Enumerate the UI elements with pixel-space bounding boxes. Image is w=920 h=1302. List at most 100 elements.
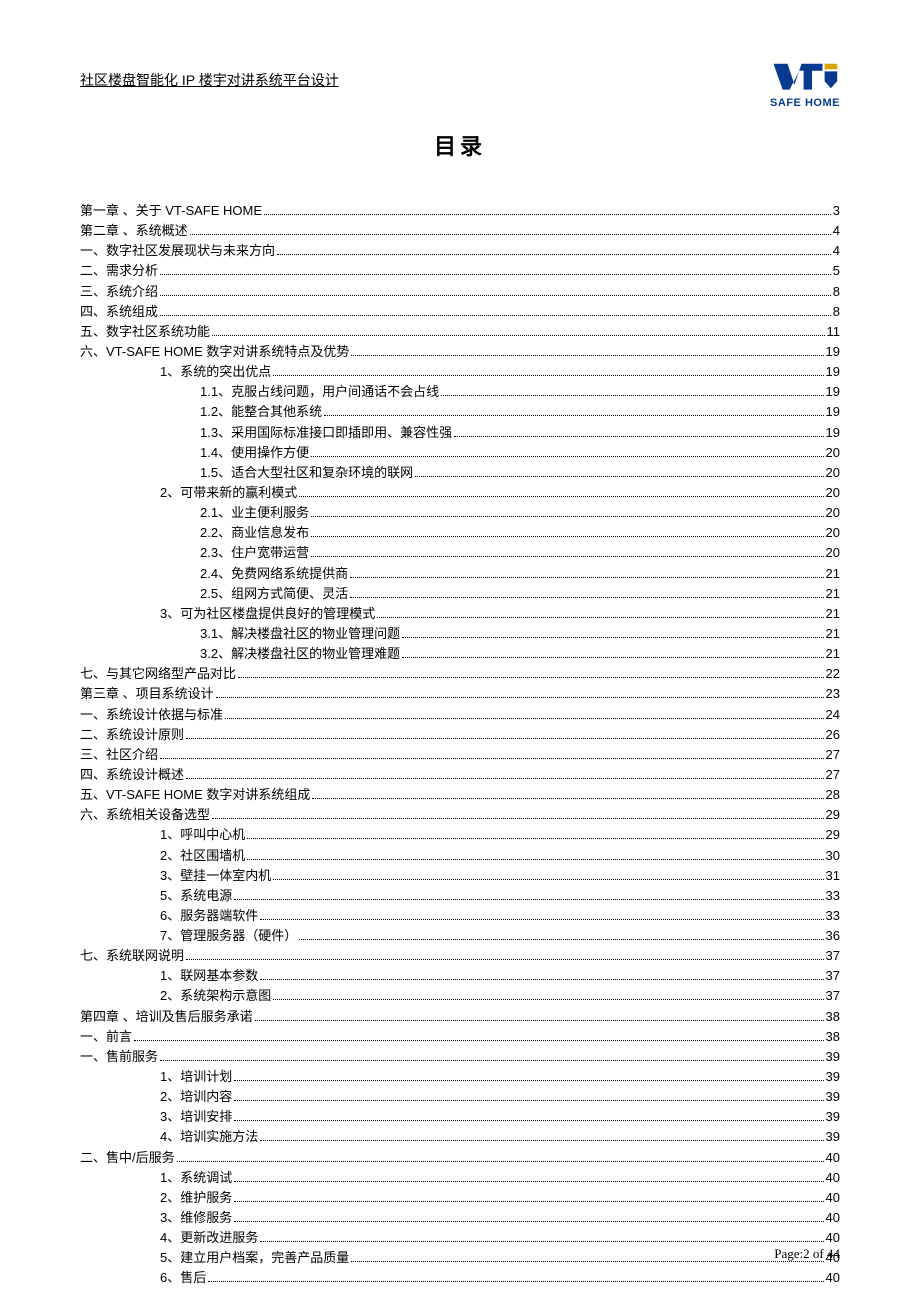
toc-entry-page: 20: [826, 463, 840, 483]
toc-entry-page: 38: [826, 1007, 840, 1027]
toc-entry[interactable]: 二、需求分析 5: [80, 261, 840, 281]
toc-entry[interactable]: 4、更新改进服务40: [80, 1228, 840, 1248]
toc-entry[interactable]: 六、VT-SAFE HOME 数字对讲系统特点及优势19: [80, 342, 840, 362]
toc-entry[interactable]: 3、培训安排 39: [80, 1107, 840, 1127]
toc-entry[interactable]: 1、系统的突出优点19: [80, 362, 840, 382]
toc-entry[interactable]: 3、壁挂一体室内机31: [80, 866, 840, 886]
toc-entry-page: 39: [826, 1087, 840, 1107]
toc-entry-page: 5: [833, 261, 840, 281]
toc-entry-page: 8: [833, 302, 840, 322]
toc-leader-dots: [212, 818, 824, 819]
toc-entry[interactable]: 第一章 、关于 VT-SAFE HOME3: [80, 201, 840, 221]
toc-entry-page: 23: [826, 684, 840, 704]
toc-entry[interactable]: 4、培训实施方法39: [80, 1127, 840, 1147]
toc-leader-dots: [238, 677, 824, 678]
toc-entry-page: 3: [833, 201, 840, 221]
toc-entry-label: 1.1、克服占线问题，用户间通话不会占线: [200, 382, 439, 402]
toc-leader-dots: [190, 234, 831, 235]
toc-entry-label: 一、售前服务: [80, 1047, 158, 1067]
toc-entry[interactable]: 1.2、能整合其他系统19: [80, 402, 840, 422]
toc-entry-page: 39: [826, 1107, 840, 1127]
toc-entry[interactable]: 一、数字社区发展现状与未来方向4: [80, 241, 840, 261]
toc-entry-label: 三、系统介绍: [80, 282, 158, 302]
toc-entry[interactable]: 1.3、采用国际标准接口即插即用、兼容性强19: [80, 423, 840, 443]
toc-entry[interactable]: 2.4、免费网络系统提供商 21: [80, 564, 840, 584]
toc-entry[interactable]: 3.2、解决楼盘社区的物业管理难题21: [80, 644, 840, 664]
toc-entry[interactable]: 四、系统组成 8: [80, 302, 840, 322]
toc-entry[interactable]: 第二章 、系统概述4: [80, 221, 840, 241]
toc-entry[interactable]: 2、可带来新的赢利模式20: [80, 483, 840, 503]
toc-entry-page: 21: [826, 584, 840, 604]
toc-entry-label: 二、需求分析: [80, 261, 158, 281]
toc-entry[interactable]: 一、系统设计依据与标准24: [80, 705, 840, 725]
toc-leader-dots: [186, 959, 824, 960]
toc-entry[interactable]: 七、系统联网说明37: [80, 946, 840, 966]
toc-entry-label: 四、系统组成: [80, 302, 158, 322]
toc-entry[interactable]: 2、系统架构示意图37: [80, 986, 840, 1006]
toc-entry[interactable]: 5、建立用户档案，完善产品质量40: [80, 1248, 840, 1268]
toc-entry-page: 29: [826, 825, 840, 845]
toc-entry[interactable]: 1、联网基本参数37: [80, 966, 840, 986]
page-title: 目录: [80, 129, 840, 161]
toc-entry[interactable]: 3、可为社区楼盘提供良好的管理模式21: [80, 604, 840, 624]
toc-entry[interactable]: 一、售前服务39: [80, 1047, 840, 1067]
toc-entry[interactable]: 1、系统调试40: [80, 1168, 840, 1188]
toc-entry-label: 第二章 、系统概述: [80, 221, 188, 241]
page-header: 社区楼盘智能化 IP 楼宇对讲系统平台设计 SAFE HOME: [80, 60, 840, 109]
toc-entry[interactable]: 三、社区介绍27: [80, 745, 840, 765]
toc-entry[interactable]: 1.5、适合大型社区和复杂环境的联网20: [80, 463, 840, 483]
toc-entry[interactable]: 2.2、商业信息发布20: [80, 523, 840, 543]
toc-entry[interactable]: 1、培训计划39: [80, 1067, 840, 1087]
toc-entry-page: 20: [826, 443, 840, 463]
toc-entry[interactable]: 五、VT-SAFE HOME 数字对讲系统组成28: [80, 785, 840, 805]
toc-entry[interactable]: 1.4、使用操作方便20: [80, 443, 840, 463]
toc-entry-label: 2、社区围墙机: [160, 846, 245, 866]
toc-entry[interactable]: 7、管理服务器（硬件）36: [80, 926, 840, 946]
toc-entry[interactable]: 五、数字社区系统功能11: [80, 322, 840, 342]
toc-entry[interactable]: 六、系统相关设备选型29: [80, 805, 840, 825]
toc-entry-label: 3、培训安排: [160, 1107, 232, 1127]
toc-entry-page: 40: [826, 1168, 840, 1188]
toc-entry-page: 21: [826, 604, 840, 624]
toc-entry[interactable]: 2、社区围墙机30: [80, 846, 840, 866]
toc-entry-page: 24: [826, 705, 840, 725]
toc-entry-page: 19: [826, 342, 840, 362]
toc-entry-label: 2.4、免费网络系统提供商: [200, 564, 348, 584]
toc-entry[interactable]: 3、维修服务40: [80, 1208, 840, 1228]
toc-leader-dots: [234, 1201, 823, 1202]
toc-entry[interactable]: 七、与其它网络型产品对比22: [80, 664, 840, 684]
toc-entry-page: 22: [826, 664, 840, 684]
toc-entry[interactable]: 1.1、克服占线问题，用户间通话不会占线19: [80, 382, 840, 402]
toc-leader-dots: [273, 375, 823, 376]
toc-entry-label: 五、VT-SAFE HOME 数字对讲系统组成: [80, 785, 310, 805]
toc-leader-dots: [273, 879, 823, 880]
toc-entry[interactable]: 3.1、解决楼盘社区的物业管理问题21: [80, 624, 840, 644]
toc-entry[interactable]: 2、维护服务40: [80, 1188, 840, 1208]
toc-entry-page: 21: [826, 564, 840, 584]
toc-entry[interactable]: 第四章 、培训及售后服务承诺38: [80, 1007, 840, 1027]
toc-entry[interactable]: 6、售后40: [80, 1268, 840, 1288]
toc-entry[interactable]: 四、系统设计概述27: [80, 765, 840, 785]
toc-leader-dots: [177, 1161, 824, 1162]
toc-entry[interactable]: 二、系统设计原则26: [80, 725, 840, 745]
toc-entry[interactable]: 5、系统电源33: [80, 886, 840, 906]
toc-entry-label: 1、呼叫中心机: [160, 825, 245, 845]
toc-entry-label: 3.1、解决楼盘社区的物业管理问题: [200, 624, 400, 644]
toc-entry[interactable]: 1、呼叫中心机 29: [80, 825, 840, 845]
toc-entry[interactable]: 2.3、住户宽带运营20: [80, 543, 840, 563]
toc-leader-dots: [311, 536, 823, 537]
toc-leader-dots: [234, 1221, 823, 1222]
toc-entry[interactable]: 第三章 、项目系统设计23: [80, 684, 840, 704]
toc-entry[interactable]: 2.5、组网方式简便、灵活21: [80, 584, 840, 604]
toc-leader-dots: [160, 1060, 824, 1061]
toc-entry[interactable]: 三、系统介绍8: [80, 282, 840, 302]
toc-entry[interactable]: 一、前言38: [80, 1027, 840, 1047]
toc-entry[interactable]: 2.1、业主便利服务20: [80, 503, 840, 523]
toc-leader-dots: [402, 637, 823, 638]
toc-entry-label: 六、系统相关设备选型: [80, 805, 210, 825]
toc-entry-label: 1、联网基本参数: [160, 966, 258, 986]
toc-entry[interactable]: 2、培训内容39: [80, 1087, 840, 1107]
toc-entry[interactable]: 6、服务器端软件33: [80, 906, 840, 926]
toc-entry[interactable]: 二、售中/后服务40: [80, 1148, 840, 1168]
toc-entry-label: 7、管理服务器（硬件）: [160, 926, 297, 946]
